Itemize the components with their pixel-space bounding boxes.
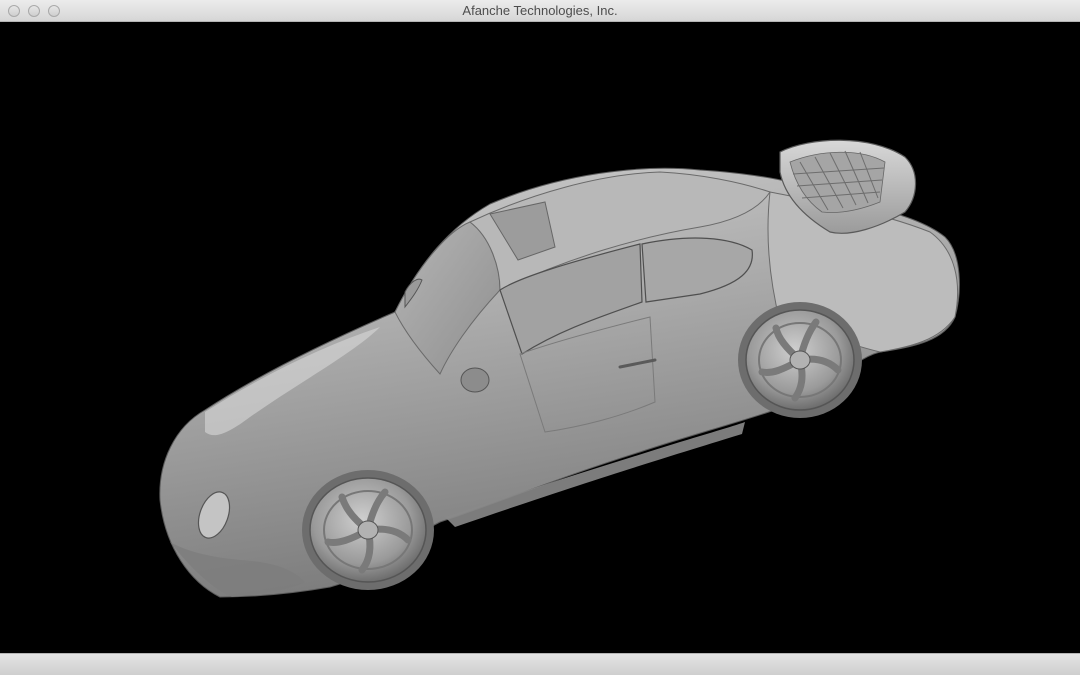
rear-wheel xyxy=(738,302,862,418)
status-bar xyxy=(0,653,1080,675)
app-window: Afanche Technologies, Inc. xyxy=(0,0,1080,675)
front-wheel xyxy=(302,470,434,590)
car-model-render xyxy=(159,139,960,598)
window-title: Afanche Technologies, Inc. xyxy=(462,3,618,18)
title-bar[interactable]: Afanche Technologies, Inc. xyxy=(0,0,1080,22)
3d-viewport[interactable] xyxy=(0,22,1080,653)
